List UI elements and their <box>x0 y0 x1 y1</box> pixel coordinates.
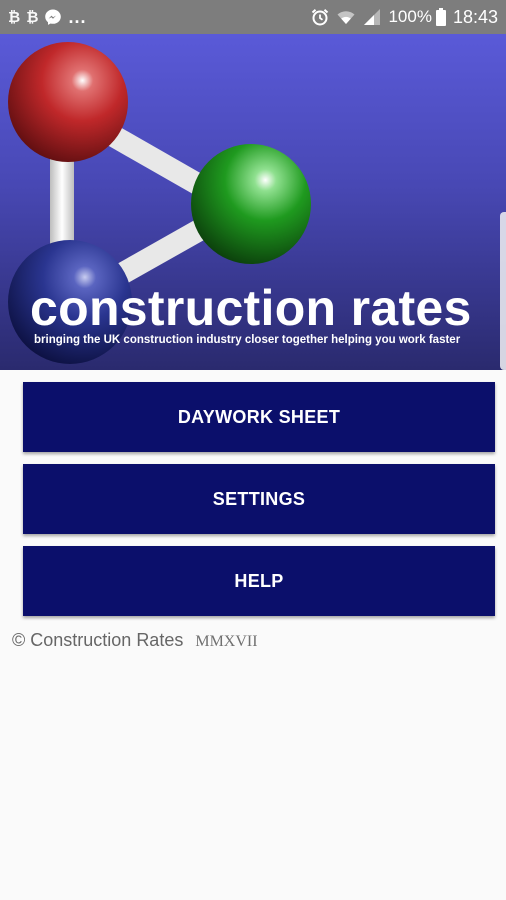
app-tagline: bringing the UK construction industry cl… <box>34 334 461 346</box>
scroll-indicator <box>500 212 506 370</box>
notification-overflow: ... <box>68 6 87 27</box>
messenger-icon <box>44 8 62 26</box>
bitcoin-outline-icon: ₿ <box>8 8 21 26</box>
footer: © Construction Rates MMXVII <box>12 630 258 651</box>
app-title: construction rates <box>30 280 472 336</box>
settings-button[interactable]: SETTINGS <box>23 464 495 534</box>
status-bar-left: ₿ ₿ ... <box>8 7 92 28</box>
status-bar-right: 100% 18:43 <box>310 7 498 28</box>
alarm-icon <box>310 7 330 27</box>
battery-icon <box>435 7 447 27</box>
wifi-icon <box>336 7 356 27</box>
atom-green <box>191 144 311 264</box>
battery-percent: 100% <box>388 7 432 26</box>
header-banner: construction rates bringing the UK const… <box>0 34 506 370</box>
bitcoin-icon: ₿ <box>26 8 39 26</box>
atom-red <box>8 42 128 162</box>
signal-icon <box>362 7 382 27</box>
main-menu: DAYWORK SHEET SETTINGS HELP <box>23 382 495 628</box>
clock-time: 18:43 <box>452 6 498 27</box>
copyright-year: MMXVII <box>195 633 258 650</box>
help-button[interactable]: HELP <box>23 546 495 616</box>
daywork-sheet-button[interactable]: DAYWORK SHEET <box>23 382 495 452</box>
copyright-text: © Construction Rates <box>12 630 184 650</box>
status-bar: ₿ ₿ ... 100% 18:43 <box>0 0 506 34</box>
